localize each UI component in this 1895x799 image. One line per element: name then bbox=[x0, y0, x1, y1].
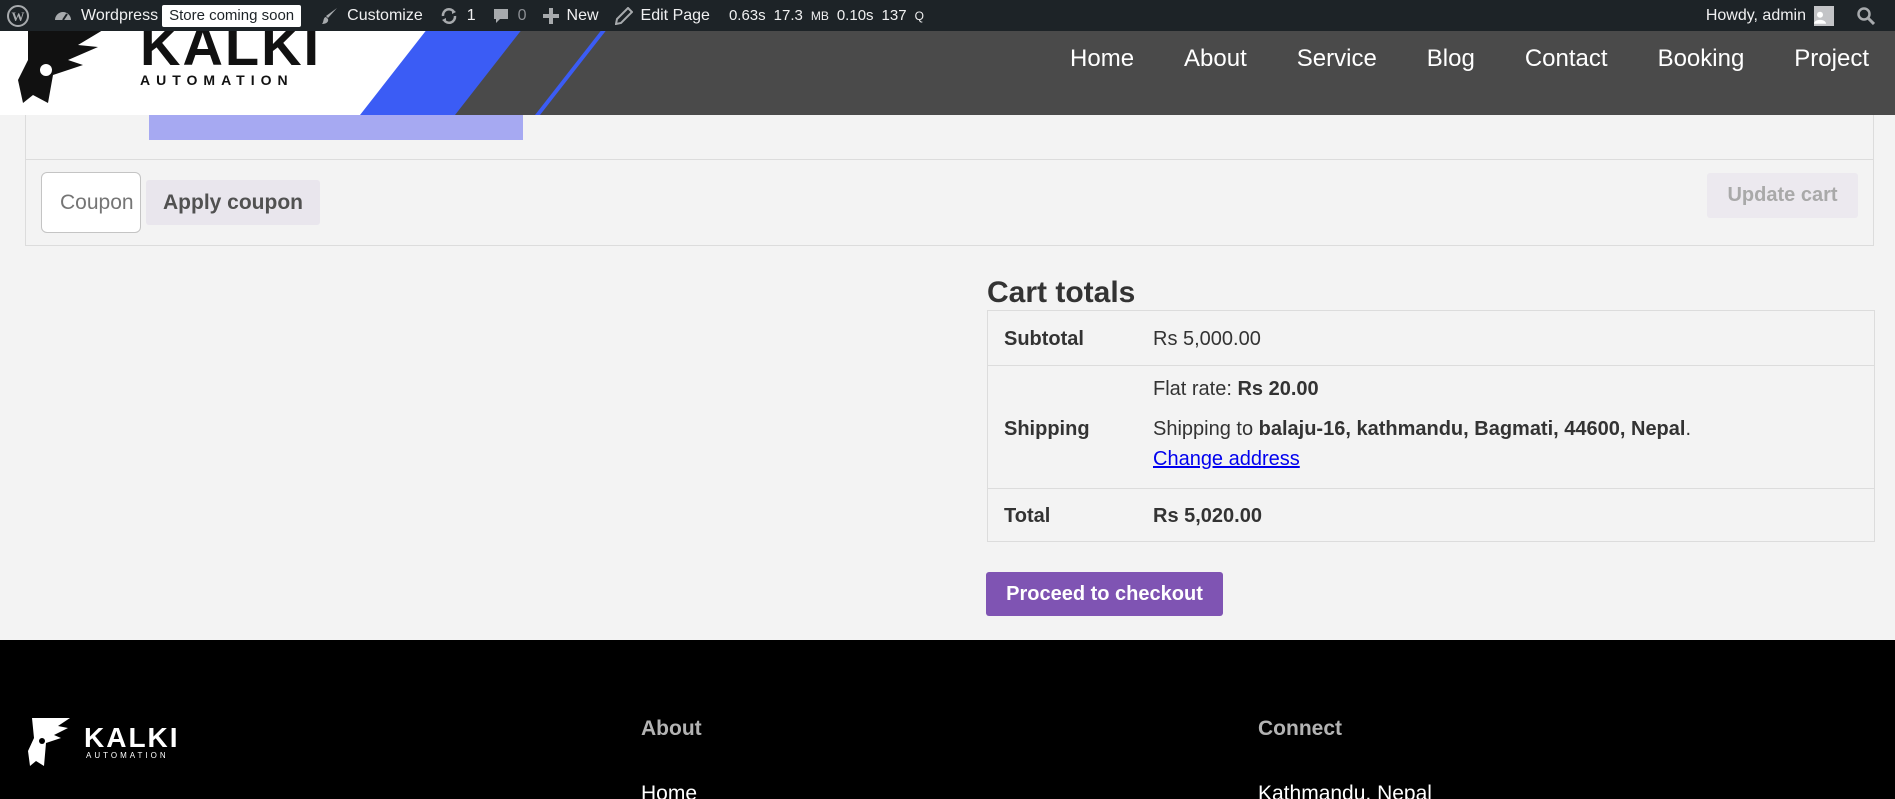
search-button[interactable] bbox=[1850, 0, 1895, 31]
horse-logo-icon bbox=[18, 31, 102, 103]
footer-location: Kathmandu, Nepal bbox=[1258, 782, 1432, 799]
footer-logo-tagline: AUTOMATION bbox=[86, 751, 169, 760]
flat-rate: Flat rate: Rs 20.00 bbox=[1153, 378, 1319, 400]
avatar bbox=[1814, 5, 1834, 26]
footer-horse-logo-icon bbox=[28, 718, 70, 766]
page-time: 0.63s bbox=[728, 7, 766, 24]
total-value: Rs 5,020.00 bbox=[1153, 505, 1262, 527]
subtotal-row: Subtotal Rs 5,000.00 bbox=[988, 311, 1874, 365]
site-name: Wordpress bbox=[81, 6, 159, 24]
pencil-icon bbox=[614, 6, 633, 25]
change-address-link[interactable]: Change address bbox=[1153, 448, 1300, 471]
shipping-row: Shipping Flat rate: Rs 20.00 Shipping to… bbox=[988, 366, 1874, 490]
footer-home-link[interactable]: Home bbox=[641, 782, 697, 799]
shipping-address: balaju-16, kathmandu, Bagmati, 44600, Ne… bbox=[1258, 418, 1686, 440]
updates-button[interactable]: 1 bbox=[432, 0, 485, 31]
customize-label: Customize bbox=[347, 6, 423, 24]
new-label: New bbox=[566, 6, 599, 24]
cart-totals-heading: Cart totals bbox=[987, 276, 1136, 309]
comment-icon bbox=[493, 8, 508, 23]
main-navigation: Home About Service Blog Contact Booking … bbox=[1070, 31, 1895, 86]
updates-icon bbox=[441, 7, 456, 24]
total-label: Total bbox=[1004, 505, 1051, 527]
wordpress-logo-button[interactable]: W bbox=[0, 0, 46, 31]
query-monitor-stats[interactable]: 0.63s 17.3 MB 0.10s 137 Q bbox=[719, 0, 941, 31]
store-status-badge[interactable]: Store coming soon bbox=[162, 4, 302, 27]
footer-logo-wordmark[interactable]: KALKI bbox=[84, 722, 180, 754]
nav-home[interactable]: Home bbox=[1070, 45, 1134, 73]
memory-usage: 17.3 MB bbox=[773, 7, 829, 24]
edit-page-button[interactable]: Edit Page bbox=[608, 0, 719, 31]
customize-button[interactable]: Customize bbox=[314, 0, 432, 31]
nav-service[interactable]: Service bbox=[1297, 45, 1377, 73]
new-content-button[interactable]: New bbox=[536, 0, 608, 31]
subtotal-value: Rs 5,000.00 bbox=[1153, 328, 1261, 350]
shipping-destination: Shipping to balaju-16, kathmandu, Bagmat… bbox=[1153, 418, 1692, 440]
howdy-greeting: Howdy, admin bbox=[1705, 6, 1806, 24]
edit-page-label: Edit Page bbox=[640, 6, 710, 24]
nav-project[interactable]: Project bbox=[1794, 45, 1869, 73]
subtotal-label: Subtotal bbox=[1004, 328, 1084, 350]
site-name-menu[interactable]: Wordpress Store coming soon bbox=[46, 0, 314, 31]
logo-tagline: AUTOMATION bbox=[140, 72, 294, 88]
cart-divider bbox=[25, 159, 1874, 160]
site-header: KALKI AUTOMATION Home About Service Blog… bbox=[0, 31, 1895, 115]
cart-totals-table: Subtotal Rs 5,000.00 Shipping Flat rate:… bbox=[987, 310, 1875, 542]
site-footer: KALKI AUTOMATION About Home Connect Kath… bbox=[0, 640, 1895, 799]
total-row: Total Rs 5,020.00 bbox=[988, 489, 1874, 542]
apply-coupon-button[interactable]: Apply coupon bbox=[146, 180, 320, 225]
footer-connect-heading: Connect bbox=[1258, 717, 1342, 740]
nav-blog[interactable]: Blog bbox=[1427, 45, 1475, 73]
brush-icon bbox=[322, 7, 338, 24]
search-icon bbox=[1857, 6, 1875, 25]
coupon-input[interactable] bbox=[41, 172, 141, 233]
proceed-to-checkout-button[interactable]: Proceed to checkout bbox=[986, 572, 1223, 616]
admin-bar: W Wordpress Store coming soon Customize … bbox=[0, 0, 1895, 31]
flat-rate-value: Rs 20.00 bbox=[1237, 378, 1319, 400]
svg-text:W: W bbox=[12, 9, 25, 24]
account-menu[interactable]: Howdy, admin bbox=[1699, 0, 1850, 31]
nav-booking[interactable]: Booking bbox=[1658, 45, 1745, 73]
nav-contact[interactable]: Contact bbox=[1525, 45, 1608, 73]
nav-about[interactable]: About bbox=[1184, 45, 1247, 73]
query-time: 0.10s bbox=[836, 7, 874, 24]
comments-count: 0 bbox=[517, 6, 527, 24]
query-count: 137 Q bbox=[881, 7, 924, 24]
updates-count: 1 bbox=[466, 6, 476, 24]
logo-wordmark: KALKI bbox=[140, 31, 322, 77]
shipping-label: Shipping bbox=[1004, 418, 1090, 440]
comments-button[interactable]: 0 bbox=[485, 0, 536, 31]
wordpress-icon: W bbox=[7, 4, 29, 27]
footer-about-heading: About bbox=[641, 717, 702, 740]
update-cart-button[interactable]: Update cart bbox=[1707, 173, 1858, 218]
plus-icon bbox=[542, 7, 559, 24]
user-icon bbox=[1814, 11, 1826, 24]
dashboard-icon bbox=[55, 11, 71, 21]
